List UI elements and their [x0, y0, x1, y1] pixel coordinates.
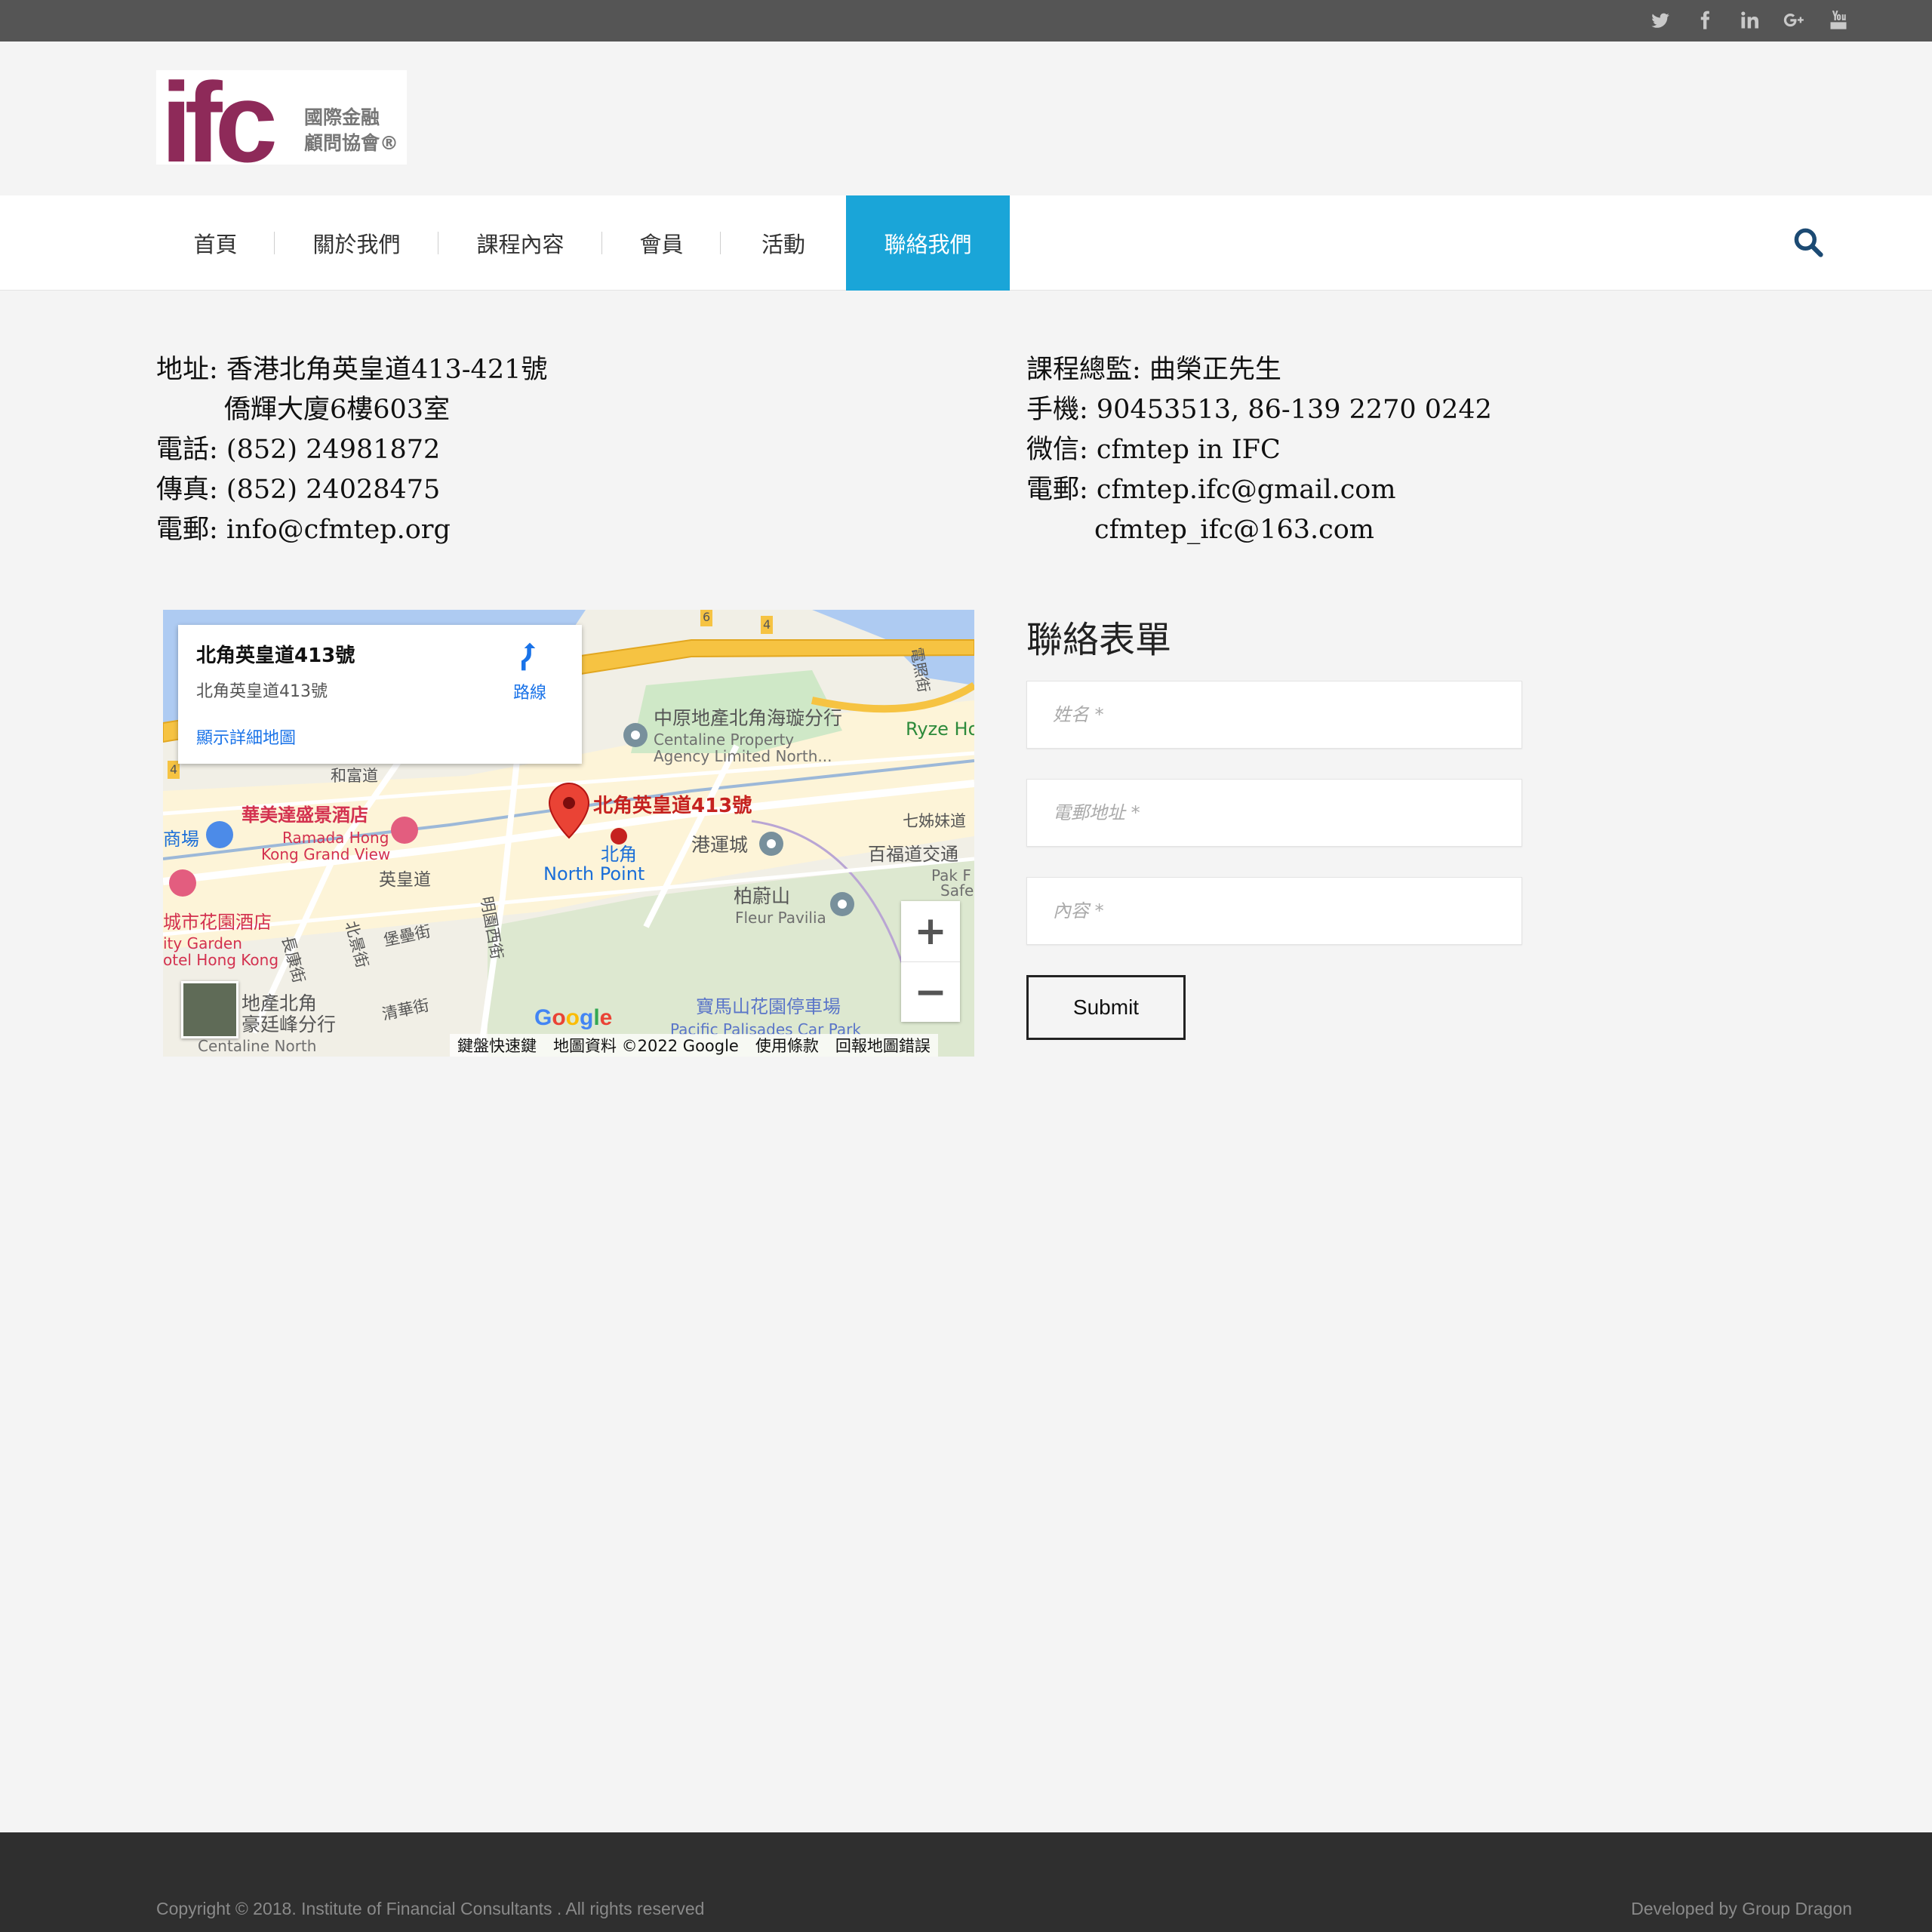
map-label-ramada: 華美達盛景酒店: [242, 804, 368, 826]
map-card-title: 北角英皇道413號: [196, 645, 355, 667]
map-label-street: 和富道: [331, 767, 378, 785]
social-links: [1648, 6, 1850, 35]
twitter-icon[interactable]: [1648, 6, 1672, 35]
logo-line-1: 國際金融: [304, 106, 380, 128]
nav-item-home[interactable]: 首頁: [156, 195, 275, 291]
map-label-fleur-cn: 柏蔚山: [734, 885, 791, 907]
office-phone: 電話: (852) 24981872: [156, 435, 441, 465]
nav-item-about[interactable]: 關於我們: [275, 195, 438, 291]
map-label-north-point-cn: 北角: [601, 844, 637, 865]
map-data-credit: 地圖資料 ©2022 Google: [553, 1037, 739, 1055]
map-info-card: 北角英皇道413號 北角英皇道413號 顯示詳細地圖 路線: [178, 625, 582, 764]
map-footer-bar: 鍵盤快速鍵 地圖資料 ©2022 Google 使用條款 回報地圖錯誤: [450, 1034, 938, 1057]
map-larger-link[interactable]: 顯示詳細地圖: [196, 724, 296, 749]
office-email: 電郵: info@cfmtep.org: [156, 515, 451, 545]
contact-info-director: 課程總監: 曲榮正先生 手機: 90453513, 86-139 2270 02…: [1026, 350, 1492, 550]
map-satellite-toggle[interactable]: [181, 981, 238, 1038]
map-label-city-garden-en-1: ity Garden: [163, 934, 242, 952]
google-map-embed[interactable]: 和富道 中原地產北角海璇分行 Centaline Property Agency…: [163, 610, 974, 1057]
map-zoom-in-button[interactable]: +: [901, 901, 960, 961]
map-zoom-controls: + −: [901, 901, 960, 1022]
map-label-seven-sisters: 七姊妹道: [903, 812, 966, 830]
map-label-north-point-en: North Point: [543, 863, 645, 884]
map-route-4b: 4: [761, 616, 774, 634]
map-report-error-link[interactable]: 回報地圖錯誤: [835, 1034, 931, 1057]
director-wechat: 微信: cfmtep in IFC: [1026, 435, 1281, 465]
map-zoom-out-button[interactable]: −: [901, 961, 960, 1022]
course-director: 課程總監: 曲榮正先生: [1026, 355, 1281, 385]
map-label-centaline-en-2: Agency Limited North...: [654, 747, 832, 765]
director-mobile: 手機: 90453513, 86-139 2270 0242: [1026, 395, 1492, 425]
map-label-harbour: 港運城: [691, 834, 749, 856]
office-fax: 傳真: (852) 24028475: [156, 475, 441, 505]
director-email-2: cfmtep_ifc@163.com: [1094, 515, 1374, 545]
map-keyboard-shortcuts[interactable]: 鍵盤快速鍵: [457, 1034, 537, 1057]
map-label-mall: 商場: [163, 829, 199, 850]
site-footer: Copyright © 2018. Institute of Financial…: [0, 1832, 1932, 1932]
contact-info-office: 地址: 香港北角英皇道413-421號 僑輝大廈6樓603室 電話: (852)…: [156, 350, 547, 550]
logo-line-2: 顧問協會®: [304, 132, 399, 154]
nav-item-contact[interactable]: 聯絡我們: [846, 195, 1010, 291]
map-terms-link[interactable]: 使用條款: [755, 1034, 819, 1057]
facebook-icon[interactable]: [1693, 6, 1717, 35]
director-email-1: 電郵: cfmtep.ifc@gmail.com: [1026, 475, 1396, 505]
map-route-6: 6: [700, 610, 713, 626]
search-icon[interactable]: [1792, 226, 1825, 259]
site-logo[interactable]: ifc 國際金融 顧問協會®: [156, 70, 407, 165]
map-label-centaline-2-cn-2: 豪廷峰分行: [242, 1014, 337, 1035]
map-label-city-garden: 城市花園酒店: [163, 912, 272, 933]
map-directions-label: 路線: [512, 684, 546, 703]
content-input[interactable]: [1026, 877, 1522, 945]
email-input[interactable]: [1026, 779, 1522, 847]
name-input[interactable]: [1026, 681, 1522, 749]
logo-mark: ifc: [161, 70, 278, 165]
submit-button[interactable]: Submit: [1026, 975, 1186, 1040]
youtube-icon[interactable]: [1826, 6, 1850, 35]
map-label-safe: Safe: [940, 881, 974, 900]
map-card-address: 北角英皇道413號: [196, 682, 328, 701]
map-label-city-garden-en-2: otel Hong Kong: [163, 951, 279, 969]
google-plus-icon[interactable]: [1782, 6, 1806, 35]
map-label-kings-road: 英皇道: [379, 870, 431, 890]
map-label-centaline-en-1: Centaline Property: [654, 731, 795, 749]
map-label-palisades-cn: 寶馬山花園停車場: [696, 996, 841, 1017]
map-pin-label: 北角英皇道413號: [593, 795, 752, 817]
map-label-fleur-en: Fleur Pavilia: [735, 909, 826, 927]
site-header: ifc 國際金融 顧問協會®: [0, 42, 1932, 195]
copyright-text: Copyright © 2018. Institute of Financial…: [156, 1899, 705, 1918]
map-directions-button[interactable]: 路線: [503, 640, 557, 703]
map-label-centaline: 中原地產北角海璇分行: [654, 707, 843, 729]
main-navigation: 首頁 關於我們 課程內容 會員 活動 聯絡我們: [0, 195, 1932, 291]
logo-chinese-name: 國際金融 顧問協會®: [304, 105, 398, 156]
map-label-pak-fuk: 百福道交通: [868, 844, 958, 865]
address-line-2: 僑輝大廈6樓603室: [224, 395, 451, 425]
contact-form-title: 聯絡表單: [1026, 619, 1172, 661]
nav-item-courses[interactable]: 課程內容: [438, 195, 602, 291]
map-label-ramada-en-2: Kong Grand View: [261, 845, 391, 863]
map-label-centaline-2-cn-1: 地產北角: [242, 992, 318, 1014]
nav-item-members[interactable]: 會員: [602, 195, 721, 291]
nav-item-events[interactable]: 活動: [721, 195, 846, 291]
map-label-ryze: Ryze Ho: [906, 718, 974, 740]
linkedin-icon[interactable]: [1737, 6, 1761, 35]
address-line-1: 地址: 香港北角英皇道413-421號: [156, 355, 548, 385]
top-bar: [0, 0, 1932, 42]
map-label-ramada-en-1: Ramada Hong: [282, 829, 389, 847]
map-label-centaline-2-en: Centaline North: [198, 1037, 317, 1055]
developer-credit: Developed by Group Dragon: [1631, 1899, 1852, 1918]
google-logo: Google: [534, 1005, 613, 1030]
directions-icon: [521, 642, 536, 671]
